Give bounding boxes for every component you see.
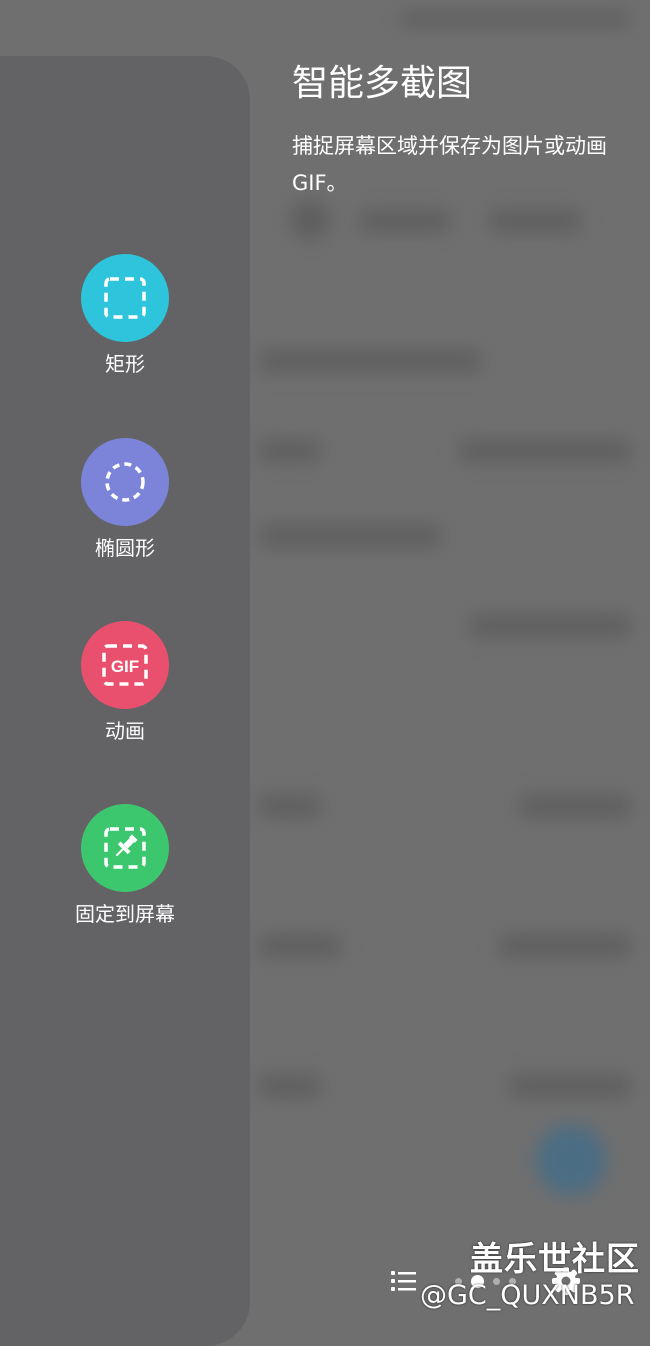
pin-to-screen-icon[interactable]	[81, 804, 169, 892]
tool-animation[interactable]: GIF 动画	[0, 621, 250, 743]
tool-label: 固定到屏幕	[75, 902, 175, 926]
watermark-community: 盖乐世社区	[470, 1239, 640, 1278]
tool-label: 矩形	[105, 352, 145, 376]
ellipse-select-icon[interactable]	[81, 438, 169, 526]
gif-icon[interactable]: GIF	[81, 621, 169, 709]
gif-icon-text: GIF	[111, 657, 139, 676]
feature-description: 捕捉屏幕区域并保存为图片或动画 GIF。	[292, 134, 607, 195]
list-icon[interactable]	[389, 1268, 419, 1294]
rectangle-select-icon[interactable]	[81, 254, 169, 342]
watermark-username: @GC_QUXNB5R	[420, 1280, 635, 1311]
feature-title: 智能多截图	[292, 63, 473, 104]
tool-rectangle[interactable]: 矩形	[0, 254, 250, 376]
tool-ellipse[interactable]: 椭圆形	[0, 438, 250, 560]
smart-select-panel: 矩形 椭圆形 GIF 动画 固定到屏幕	[0, 56, 250, 1346]
tool-pin-to-screen[interactable]: 固定到屏幕	[0, 804, 250, 926]
tool-label: 椭圆形	[95, 536, 155, 560]
tool-label: 动画	[105, 719, 145, 743]
